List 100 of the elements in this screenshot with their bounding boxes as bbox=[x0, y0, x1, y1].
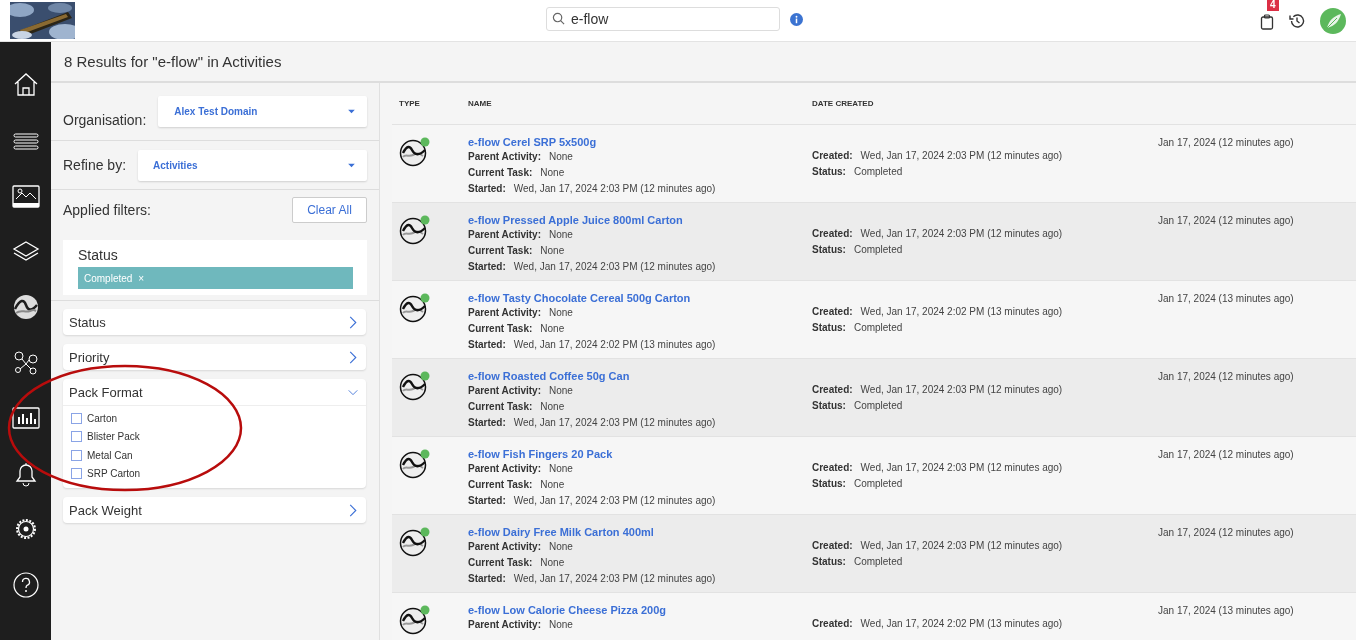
accordion-header[interactable]: Pack Weight bbox=[63, 497, 366, 523]
clipboard-icon[interactable] bbox=[1260, 13, 1274, 30]
option-label: Metal Can bbox=[87, 449, 133, 461]
field-label: Parent Activity: bbox=[468, 385, 541, 398]
wave-logo-icon[interactable] bbox=[11, 293, 40, 321]
chevron-right-icon bbox=[348, 503, 358, 517]
field-label: Current Task: bbox=[468, 166, 533, 180]
field-value: Completed bbox=[853, 477, 903, 491]
field-label: Status: bbox=[812, 555, 846, 569]
activity-link[interactable]: e-flow Tasty Chocolate Cereal 500g Carton bbox=[468, 292, 691, 304]
field-value: Wed, Jan 17, 2024 2:03 PM (12 minutes ago) bbox=[860, 228, 1063, 241]
date-created: Jan 17, 2024 (12 minutes ago) bbox=[1158, 527, 1294, 538]
clear-all-button[interactable]: Clear All bbox=[292, 197, 367, 223]
option-label: SRP Carton bbox=[87, 468, 141, 480]
date-created: Jan 17, 2024 (12 minutes ago) bbox=[1158, 449, 1294, 460]
field-label: Current Task: bbox=[468, 478, 533, 492]
info-icon[interactable] bbox=[790, 12, 803, 26]
field-value: None bbox=[549, 151, 573, 164]
wave-logo-icon bbox=[399, 137, 431, 167]
column-header: TYPE bbox=[398, 99, 421, 108]
field-label: Started: bbox=[468, 182, 506, 196]
chip-label: Completed bbox=[84, 272, 133, 284]
wave-logo-icon bbox=[399, 293, 431, 323]
date-created: Jan 17, 2024 (12 minutes ago) bbox=[1158, 215, 1294, 226]
network-icon[interactable] bbox=[11, 348, 40, 377]
field-label: Parent Activity: bbox=[468, 307, 541, 320]
activity-link[interactable]: e-flow Cerel SRP 5x500g bbox=[468, 136, 597, 148]
field-value: None bbox=[540, 478, 565, 492]
field-value: Wed, Jan 17, 2024 2:03 PM (12 minutes ago) bbox=[860, 540, 1063, 553]
field-label: Status: bbox=[812, 399, 846, 413]
field-value: Wed, Jan 17, 2024 2:02 PM (13 minutes ago) bbox=[860, 618, 1063, 631]
organisation-label: Organisation: bbox=[63, 111, 147, 128]
wave-logo-icon bbox=[399, 449, 431, 479]
activity-link[interactable]: e-flow Roasted Coffee 50g Can bbox=[468, 370, 630, 382]
wave-logo-icon bbox=[399, 605, 431, 635]
field-label: Parent Activity: bbox=[468, 541, 541, 554]
help-icon[interactable] bbox=[11, 570, 40, 599]
date-created: Jan 17, 2024 (13 minutes ago) bbox=[1158, 605, 1294, 616]
history-icon[interactable] bbox=[1288, 11, 1306, 30]
checkbox[interactable] bbox=[71, 412, 82, 424]
field-value: None bbox=[549, 541, 573, 554]
accordion-header[interactable]: Pack Format bbox=[63, 379, 366, 405]
wave-logo-icon bbox=[399, 527, 431, 557]
organisation-dropdown[interactable]: Alex Test Domain bbox=[158, 96, 367, 127]
date-created: Jan 17, 2024 (13 minutes ago) bbox=[1158, 293, 1294, 304]
field-value: Wed, Jan 17, 2024 2:02 PM (13 minutes ago) bbox=[860, 306, 1063, 319]
chevron-right-icon bbox=[348, 350, 358, 364]
field-label: Created: bbox=[812, 306, 853, 319]
field-label: Status: bbox=[812, 243, 846, 257]
search-icon bbox=[552, 12, 565, 25]
filter-group-title: Status bbox=[78, 247, 119, 263]
field-value: Completed bbox=[853, 555, 903, 569]
field-label: Created: bbox=[812, 540, 853, 553]
field-value: None bbox=[540, 400, 565, 414]
checkbox[interactable] bbox=[71, 449, 82, 461]
activity-link[interactable]: e-flow Low Calorie Cheese Pizza 200g bbox=[468, 604, 667, 616]
field-label: Current Task: bbox=[468, 322, 533, 336]
search-field[interactable]: e-flow bbox=[546, 7, 780, 31]
column-header: DATE CREATED bbox=[812, 99, 875, 108]
field-label: Parent Activity: bbox=[468, 229, 541, 242]
field-value: Wed, Jan 17, 2024 2:03 PM (12 minutes ago) bbox=[860, 384, 1063, 397]
field-value: None bbox=[540, 166, 565, 180]
activity-link[interactable]: e-flow Pressed Apple Juice 800ml Carton bbox=[468, 214, 683, 226]
field-value: Wed, Jan 17, 2024 2:03 PM (12 minutes ago) bbox=[513, 182, 716, 196]
field-value: Wed, Jan 17, 2024 2:03 PM (12 minutes ago) bbox=[860, 462, 1063, 475]
field-label: Started: bbox=[468, 260, 506, 274]
accordion-header[interactable]: Priority bbox=[63, 344, 366, 370]
accordion-header[interactable]: Status bbox=[63, 309, 366, 335]
field-value: None bbox=[540, 322, 565, 336]
applied-filters-label: Applied filters: bbox=[63, 202, 151, 218]
field-label: Created: bbox=[812, 228, 853, 241]
field-label: Created: bbox=[812, 618, 853, 631]
field-value: Wed, Jan 17, 2024 2:03 PM (12 minutes ago) bbox=[513, 494, 716, 508]
activity-link[interactable]: e-flow Fish Fingers 20 Pack bbox=[468, 448, 613, 460]
field-label: Started: bbox=[468, 338, 506, 352]
bar-chart-icon[interactable] bbox=[11, 404, 40, 432]
field-value: Wed, Jan 17, 2024 2:03 PM (12 minutes ago) bbox=[513, 416, 716, 430]
notification-badge: 4 bbox=[1267, 0, 1279, 11]
option-label: Blister Pack bbox=[87, 431, 140, 443]
column-header: NAME bbox=[468, 99, 493, 108]
checkbox[interactable] bbox=[71, 431, 82, 443]
chevron-right-icon bbox=[348, 315, 358, 329]
field-label: Status: bbox=[812, 477, 846, 491]
field-label: Parent Activity: bbox=[468, 151, 541, 164]
field-label: Current Task: bbox=[468, 244, 533, 258]
field-value: None bbox=[549, 307, 573, 320]
activity-link[interactable]: e-flow Dairy Free Milk Carton 400ml bbox=[468, 526, 654, 538]
caret-icon bbox=[347, 109, 356, 114]
image-icon[interactable] bbox=[11, 182, 40, 210]
field-label: Parent Activity: bbox=[468, 619, 541, 632]
checkbox[interactable] bbox=[71, 468, 82, 480]
field-label: Created: bbox=[812, 462, 853, 475]
refine-dropdown[interactable]: Activities bbox=[138, 149, 367, 181]
refine-label: Refine by: bbox=[63, 157, 127, 173]
field-label: Status: bbox=[812, 321, 846, 335]
date-created: Jan 17, 2024 (12 minutes ago) bbox=[1158, 137, 1294, 148]
field-value: Wed, Jan 17, 2024 2:03 PM (12 minutes ago) bbox=[860, 150, 1063, 163]
field-label: Started: bbox=[468, 494, 506, 508]
field-value: Completed bbox=[853, 243, 903, 257]
wave-logo-icon bbox=[399, 371, 431, 401]
